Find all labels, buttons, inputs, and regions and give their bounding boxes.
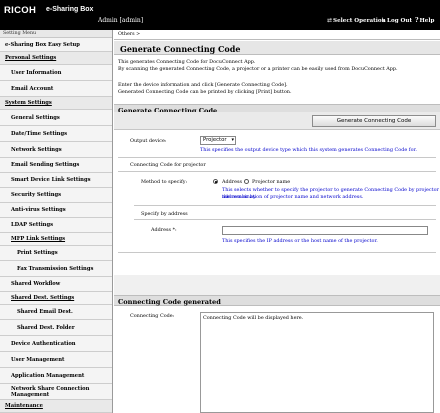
sidebar-item-smart-device-link-settings[interactable]: Smart Device Link Settings [0, 173, 112, 188]
sidebar-item-anti-virus-settings[interactable]: Anti-virus Settings [0, 203, 112, 218]
sidebar-item-ldap-settings[interactable]: LDAP Settings [0, 218, 112, 233]
select-operation-link[interactable]: ⇄Select Operation [327, 17, 386, 24]
sidebar-section-personal-settings[interactable]: Personal Settings [0, 52, 112, 65]
address-input[interactable] [222, 226, 428, 235]
connecting-code-placeholder: Connecting Code will be displayed here. [203, 315, 304, 321]
sidebar-item-application-management[interactable]: Application Management [0, 368, 112, 384]
output-device-label: Output device: [130, 138, 167, 144]
intro-line-1: This generates Connecting Code for DocuC… [118, 59, 256, 65]
sidebar-item-mfp-link-settings[interactable]: MFP Link Settings [0, 233, 112, 246]
sidebar-section-maintenance[interactable]: Maintenance [0, 400, 112, 413]
sidebar-item-shared-workflow[interactable]: Shared Workflow [0, 277, 112, 292]
app-title: e-Sharing Box [46, 6, 94, 13]
projector-section-heading: Connecting Code for projector [130, 162, 206, 168]
intro-line-4: Generated Connecting Code can be printed… [118, 89, 292, 95]
connecting-code-label: Connecting Code: [130, 313, 175, 319]
output-device-help: This specifies the output device type wh… [200, 147, 417, 153]
sidebar-item-shared-dest-folder[interactable]: Shared Dest. Folder [0, 320, 112, 336]
sidebar-item-print-settings[interactable]: Print Settings [0, 246, 112, 261]
help-link[interactable]: ?Help [415, 17, 434, 24]
divider [118, 171, 436, 172]
address-radio[interactable] [213, 179, 218, 184]
projector-name-radio-label: Projector name [252, 179, 291, 185]
sidebar-item-shared-dest-settings[interactable]: Shared Dest. Settings [0, 292, 112, 305]
page-title-bar: Generate Connecting Code [114, 41, 440, 55]
chevron-down-icon: ▾ [231, 137, 234, 143]
sidebar-item-shared-email-dest[interactable]: Shared Email Dest. [0, 305, 112, 320]
breadcrumb-divider [114, 39, 440, 40]
page-title: Generate Connecting Code [120, 44, 241, 54]
top-header: RICOH e-Sharing Box Admin [admin] ⇄Selec… [0, 0, 440, 30]
method-label: Method to specify: [141, 179, 188, 185]
sidebar-item-user-information[interactable]: User Information [0, 65, 112, 81]
address-help: This specifies the IP address or the hos… [222, 238, 378, 244]
sidebar-title: Setting Menu [0, 30, 112, 38]
sidebar-item-network-share-connection-management[interactable]: Network Share Connection Management [0, 384, 112, 400]
generate-connecting-code-button[interactable]: Generate Connecting Code [312, 115, 436, 127]
sidebar-item-device-authentication[interactable]: Device Authentication [0, 336, 112, 352]
intro-line-3: Enter the device information and click [… [118, 82, 288, 88]
log-out-icon: ↳ [381, 17, 387, 24]
divider [134, 205, 436, 206]
connecting-code-display: Connecting Code will be displayed here. [200, 312, 434, 413]
sidebar-item-easy-setup[interactable]: e-Sharing Box Easy Setup [0, 38, 112, 52]
divider [118, 157, 436, 158]
sidebar: Setting Menu e-Sharing Box Easy Setup Pe… [0, 30, 113, 413]
user-name: Admin [admin] [98, 17, 144, 24]
sidebar-item-security-settings[interactable]: Security Settings [0, 188, 112, 203]
intro-line-2: By scanning the generated Connecting Cod… [118, 66, 398, 72]
sidebar-item-date-time-settings[interactable]: Date/Time Settings [0, 126, 112, 142]
help-icon: ? [415, 17, 419, 24]
sidebar-item-general-settings[interactable]: General Settings [0, 110, 112, 126]
address-radio-label: Address [222, 179, 243, 185]
spacer-band [114, 275, 440, 295]
breadcrumb[interactable]: Others > [118, 32, 140, 37]
divider [118, 252, 436, 253]
sidebar-item-email-sending-settings[interactable]: Email Sending Settings [0, 158, 112, 173]
specify-by-address-heading: Specify by address [141, 211, 188, 217]
projector-name-radio[interactable] [244, 179, 249, 184]
divider [134, 219, 436, 220]
generate-button-row: Generate Connecting Code [114, 112, 440, 130]
sidebar-item-network-settings[interactable]: Network Settings [0, 142, 112, 158]
sidebar-section-system-settings[interactable]: System Settings [0, 97, 112, 110]
sidebar-item-user-management[interactable]: User Management [0, 352, 112, 368]
generated-section-header: Connecting Code generated [114, 295, 440, 306]
method-help-line-2: the combination of projector name and ne… [222, 194, 364, 200]
main-content: Others > Generate Connecting Code This g… [114, 30, 440, 413]
output-device-value: Projector [203, 137, 227, 143]
sidebar-item-email-account[interactable]: Email Account [0, 81, 112, 97]
select-operation-icon: ⇄ [327, 17, 333, 24]
log-out-link[interactable]: ↳Log Out [381, 17, 412, 24]
sidebar-item-fax-transmission-settings[interactable]: Fax Transmission Settings [0, 261, 112, 277]
address-label: Address *: [151, 227, 177, 233]
output-device-select[interactable]: Projector ▾ [200, 136, 236, 145]
generated-section-title: Connecting Code generated [118, 298, 221, 306]
ricoh-logo: RICOH [4, 5, 37, 16]
